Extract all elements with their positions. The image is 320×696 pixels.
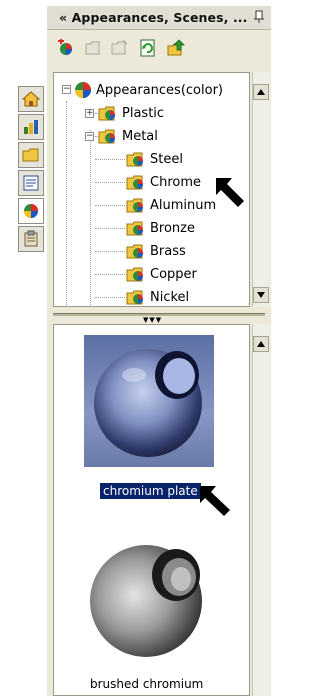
clipboard-icon <box>24 230 38 247</box>
refresh-icon[interactable] <box>139 39 157 57</box>
home-icon <box>22 91 40 107</box>
appearance-folder-icon <box>126 244 143 259</box>
splitter-grip-icon: ▼▼▼ <box>143 316 163 324</box>
appearance-folder-open-icon <box>98 129 115 144</box>
tree-item-root[interactable]: Appearances(color) <box>74 80 223 100</box>
tree-item-label: Nickel <box>150 289 190 305</box>
tree-item-label: Chrome <box>150 174 201 190</box>
tree-line <box>95 274 125 275</box>
annotation-arrow-icon <box>216 178 244 207</box>
brushed-chromium-swatch[interactable] <box>84 531 214 663</box>
clipboard-tab[interactable] <box>18 226 44 252</box>
appearance-folder-icon <box>126 198 143 213</box>
tree-line <box>95 251 125 252</box>
panel-toolbar <box>47 30 271 64</box>
tree-item-brass[interactable]: Brass <box>126 241 186 261</box>
new-folder-icon[interactable] <box>111 39 129 57</box>
tree-line <box>90 130 91 305</box>
arrow-down-icon <box>257 292 265 298</box>
tree-scrollbar[interactable] <box>252 72 270 307</box>
tree-line <box>95 159 125 160</box>
scroll-up-button[interactable] <box>253 84 269 100</box>
appearances-tab[interactable] <box>18 198 44 224</box>
tree-item-label: Brass <box>150 243 186 259</box>
properties-icon <box>23 175 39 191</box>
tree-line <box>95 182 125 183</box>
tree-item-metal[interactable]: Metal <box>98 126 158 146</box>
home-tab[interactable] <box>18 86 44 112</box>
tree-item-label: Steel <box>150 151 183 167</box>
tree-item-copper[interactable]: Copper <box>126 264 197 284</box>
tree-line <box>95 297 125 298</box>
appearance-folder-icon <box>126 175 143 190</box>
panel-title[interactable]: « Appearances, Scenes, ... <box>59 10 248 25</box>
appearances-task-pane: « Appearances, Scenes, ... − Appearances… <box>47 6 271 696</box>
tree-item-label: Metal <box>122 128 158 144</box>
pin-icon[interactable] <box>253 10 267 24</box>
tree-line <box>95 205 125 206</box>
add-appearance-icon[interactable] <box>57 39 75 57</box>
appearances-icon <box>24 204 38 218</box>
plastic-expand-toggle[interactable]: + <box>85 109 94 118</box>
swatch-caption-chromium-plate[interactable]: chromium plate <box>99 482 202 500</box>
tree-item-label: Appearances(color) <box>96 82 223 98</box>
annotation-arrow-icon <box>200 486 230 516</box>
open-folder-icon[interactable] <box>85 39 103 57</box>
tree-item-label: Bronze <box>150 220 195 236</box>
tree-item-label: Copper <box>150 266 197 282</box>
pane-splitter[interactable]: ▼▼▼ <box>47 308 271 324</box>
arrow-up-icon <box>257 89 265 95</box>
arrow-up-icon <box>257 341 265 347</box>
folder-tab[interactable] <box>18 142 44 168</box>
chart-icon <box>24 120 38 134</box>
chart-tab[interactable] <box>18 114 44 140</box>
scroll-down-button[interactable] <box>253 287 269 303</box>
appearance-folder-icon <box>126 267 143 282</box>
preview-scroll-up-button[interactable] <box>253 336 269 352</box>
move-up-icon[interactable] <box>167 39 185 57</box>
root-collapse-toggle[interactable]: − <box>62 85 71 94</box>
folder-icon <box>22 148 39 162</box>
appearance-folder-icon <box>126 152 143 167</box>
tree-line <box>66 101 67 305</box>
tree-item-label: Plastic <box>122 105 165 121</box>
appearance-folder-icon <box>126 221 143 236</box>
tree-item-steel[interactable]: Steel <box>126 149 183 169</box>
tree-line <box>95 228 125 229</box>
appearance-folder-icon <box>98 106 115 121</box>
tree-item-bronze[interactable]: Bronze <box>126 218 195 238</box>
tree-item-nickel[interactable]: Nickel <box>126 287 190 306</box>
tree-item-chrome[interactable]: Chrome <box>126 172 201 192</box>
panel-title-bar: « Appearances, Scenes, ... <box>47 6 271 30</box>
preview-scrollbar[interactable] <box>252 324 270 696</box>
metal-collapse-toggle[interactable]: − <box>85 132 94 141</box>
swatch-caption-brushed-chromium[interactable]: brushed chromium <box>90 677 203 691</box>
properties-tab[interactable] <box>18 170 44 196</box>
appearance-folder-icon <box>126 290 143 305</box>
tree-item-label: Aluminum <box>150 197 217 213</box>
tree-item-aluminum[interactable]: Aluminum <box>126 195 216 215</box>
chromium-plate-swatch[interactable] <box>84 335 214 467</box>
appearances-ball-icon <box>75 82 91 98</box>
tree-item-plastic[interactable]: Plastic <box>98 103 164 123</box>
